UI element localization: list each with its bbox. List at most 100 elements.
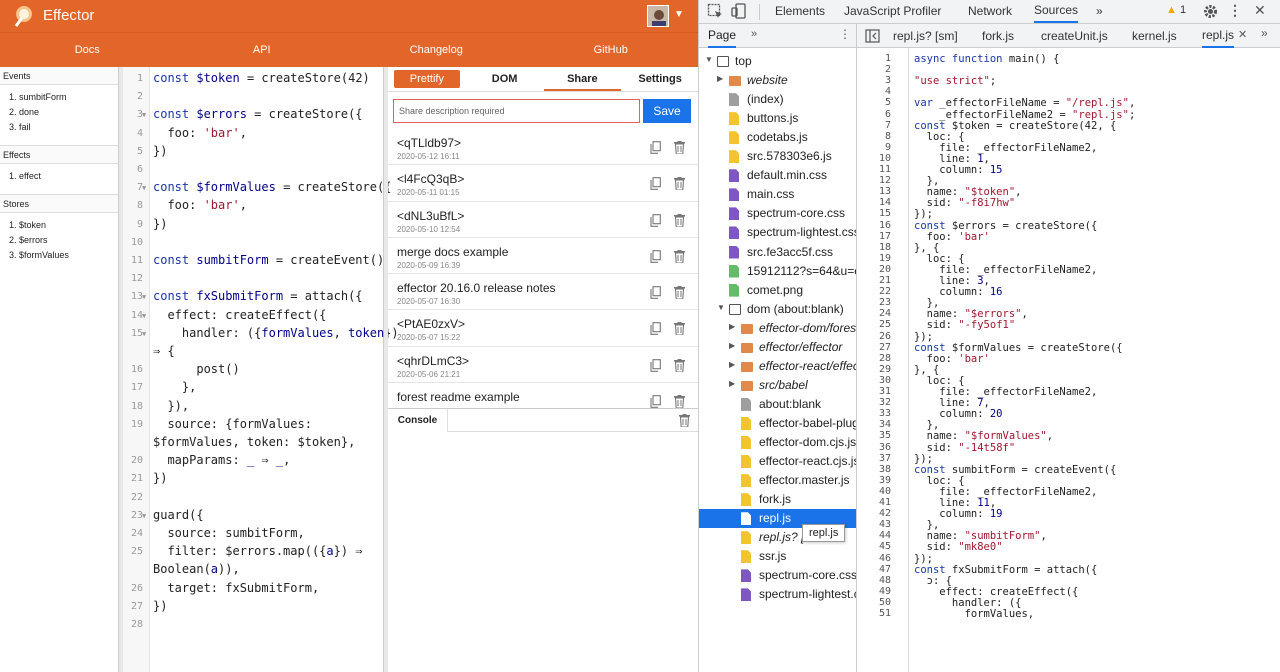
file-tab-fork[interactable]: fork.js [982, 24, 1014, 48]
file-tab-kernel[interactable]: kernel.js [1132, 24, 1177, 48]
file-tree-item[interactable]: effector.master.js [699, 471, 856, 490]
share-item-name[interactable]: forest readme example [397, 390, 520, 404]
file-tree-item[interactable]: ssr.js [699, 547, 856, 566]
file-tree-item[interactable]: spectrum-lightest.css [699, 223, 856, 242]
expand-arrow-icon[interactable]: ▶ [729, 322, 735, 331]
file-tree-item[interactable]: ▶ website [699, 71, 856, 90]
share-item[interactable]: merge docs example 2020-05-09 16:39 [388, 238, 698, 275]
trash-icon[interactable] [674, 177, 685, 191]
nav-docs[interactable]: Docs [0, 33, 175, 67]
expand-arrow-icon[interactable]: ▼ [705, 55, 713, 64]
warnings-counter[interactable]: ▲ 1 [1166, 4, 1186, 16]
expand-arrow-icon[interactable]: ▶ [729, 341, 735, 350]
share-item[interactable]: forest readme example [388, 383, 698, 408]
trash-icon[interactable] [674, 213, 685, 228]
file-tree-item[interactable]: effector-babel-plugi [699, 414, 856, 433]
copy-icon[interactable] [650, 177, 661, 191]
more-tabs-icon[interactable]: » [1096, 0, 1103, 23]
share-item-name[interactable]: <qTLldb97> [397, 136, 461, 150]
tab-settings[interactable]: Settings [621, 67, 698, 91]
file-tree-item[interactable]: src.fe3acc5f.css [699, 243, 856, 262]
tab-sources[interactable]: Sources [1034, 0, 1079, 23]
device-toolbar-icon[interactable] [731, 3, 748, 20]
fold-arrow-icon[interactable]: ▼ [142, 184, 146, 192]
outline-item[interactable]: 2. $errors [9, 233, 118, 248]
file-tab-createunit[interactable]: createUnit.js [1041, 24, 1108, 48]
file-tree-item[interactable]: buttons.js [699, 109, 856, 128]
file-tree-item[interactable]: ▶ effector-dom/forest [699, 319, 856, 338]
user-avatar[interactable] [647, 5, 669, 27]
share-item[interactable]: <qTLldb97> 2020-05-12 16:11 [388, 129, 698, 166]
file-tree-item[interactable]: about:blank [699, 395, 856, 414]
app-title[interactable]: Effector [43, 7, 94, 24]
trash-icon[interactable] [679, 414, 690, 427]
file-tree-item[interactable]: spectrum-lightest.cs [699, 585, 856, 604]
file-tree-item[interactable]: ▼ top [699, 52, 856, 71]
trash-icon[interactable] [674, 249, 685, 264]
file-tree-item[interactable]: main.css [699, 185, 856, 204]
file-tree-item[interactable]: ▶ effector/effector [699, 338, 856, 357]
share-item-name[interactable]: <qhrDLmC3> [397, 354, 469, 368]
copy-icon[interactable] [650, 322, 661, 336]
effector-logo-icon[interactable] [12, 4, 36, 28]
copy-icon[interactable] [650, 141, 661, 154]
tab-network[interactable]: Network [968, 0, 1012, 23]
more-file-tabs-icon[interactable]: » [1261, 26, 1268, 40]
kebab-menu-icon[interactable]: ⋮ [1228, 2, 1242, 19]
copy-icon[interactable] [650, 286, 661, 300]
file-tree-item[interactable]: (index) [699, 90, 856, 109]
tab-elements[interactable]: Elements [775, 0, 825, 23]
more-navigator-icon[interactable]: » [751, 28, 757, 40]
trash-icon[interactable] [674, 322, 685, 337]
file-tree-item[interactable]: spectrum-core.css [699, 566, 856, 585]
copy-icon[interactable] [650, 395, 661, 408]
expand-arrow-icon[interactable]: ▶ [729, 360, 735, 369]
gear-icon[interactable] [1202, 3, 1219, 20]
tab-javascript-profiler[interactable]: JavaScript Profiler [844, 0, 941, 23]
nav-changelog[interactable]: Changelog [349, 33, 524, 67]
outline-item[interactable]: 1. $token [9, 218, 118, 233]
toggle-navigator-icon[interactable] [865, 29, 880, 43]
nav-github[interactable]: GitHub [524, 33, 699, 67]
copy-icon[interactable] [650, 213, 661, 227]
file-tree-item[interactable]: default.min.css [699, 166, 856, 185]
kebab-menu-icon[interactable]: ⋮ [839, 27, 851, 41]
share-item[interactable]: <qhrDLmC3> 2020-05-06 21:21 [388, 347, 698, 384]
outline-item[interactable]: 3. $formValues [9, 248, 118, 263]
share-item-name[interactable]: merge docs example [397, 245, 508, 259]
fold-arrow-icon[interactable]: ▼ [142, 293, 146, 301]
file-tree-item[interactable]: ▶ effector-react/effect [699, 357, 856, 376]
file-tree-item[interactable]: effector-dom.cjs.js [699, 433, 856, 452]
trash-icon[interactable] [674, 358, 685, 373]
fold-arrow-icon[interactable]: ▼ [142, 111, 146, 119]
copy-icon[interactable] [650, 250, 661, 263]
share-item-name[interactable]: effector 20.16.0 release notes [397, 281, 556, 295]
outline-item[interactable]: 2. done [9, 105, 118, 120]
file-tree-item[interactable]: comet.png [699, 281, 856, 300]
close-icon[interactable]: ✕ [1254, 2, 1266, 19]
file-tree-item[interactable]: effector-react.cjs.js [699, 452, 856, 471]
close-tab-icon[interactable]: ✕ [1238, 28, 1247, 41]
outline-item[interactable]: 3. fail [9, 120, 118, 135]
source-viewer[interactable]: 1 async function main() {2 3 "use strict"; 4… [857, 48, 1280, 672]
tab-page[interactable]: Page [708, 24, 737, 48]
expand-arrow-icon[interactable]: ▼ [717, 303, 725, 312]
expand-arrow-icon[interactable]: ▶ [717, 74, 723, 83]
file-tree-item[interactable]: ▶ src/babel [699, 376, 856, 395]
file-tree-item[interactable]: spectrum-core.css [699, 204, 856, 223]
file-tree-item[interactable]: codetabs.js [699, 128, 856, 147]
share-item[interactable]: effector 20.16.0 release notes 2020-05-07… [388, 274, 698, 311]
copy-icon[interactable] [650, 358, 661, 372]
fold-arrow-icon[interactable]: ▼ [142, 512, 146, 520]
file-tree-item[interactable]: src.578303e6.js [699, 147, 856, 166]
trash-icon[interactable] [674, 286, 685, 300]
fold-arrow-icon[interactable]: ▼ [142, 330, 146, 338]
chevron-down-icon[interactable]: ▼ [674, 9, 684, 20]
trash-icon[interactable] [674, 141, 685, 155]
share-item[interactable]: <l4FcQ3qB> 2020-05-11 01:15 [388, 165, 698, 202]
share-item-name[interactable]: <PtAE0zxV> [397, 317, 465, 331]
inspect-element-icon[interactable] [707, 3, 724, 20]
file-tree-item[interactable]: fork.js [699, 490, 856, 509]
file-tree-item[interactable]: 15912112?s=64&u=e6 [699, 262, 856, 281]
prettify-button[interactable]: Prettify [388, 67, 466, 91]
